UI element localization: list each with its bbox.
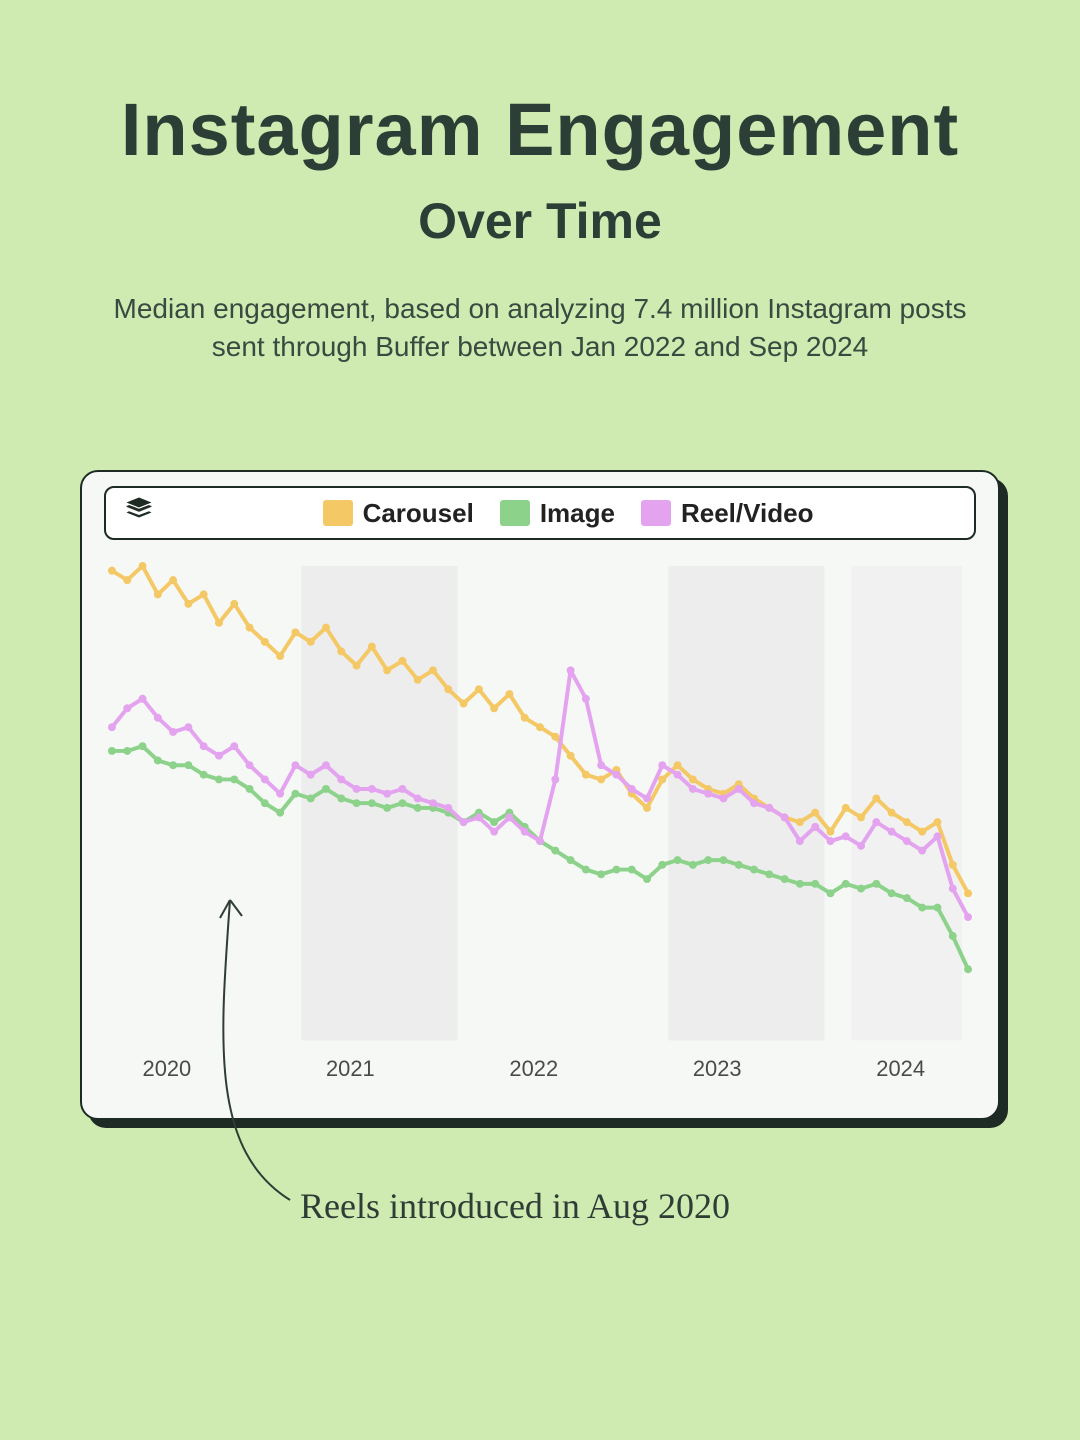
legend-label-image: Image: [540, 498, 615, 529]
legend-item-reel: Reel/Video: [641, 498, 813, 529]
legend-item-image: Image: [500, 498, 615, 529]
legend-swatch-image: [500, 500, 530, 526]
chart-description: Median engagement, based on analyzing 7.…: [110, 290, 970, 366]
legend-label-carousel: Carousel: [363, 498, 474, 529]
chart-title-line1: Instagram Engagement: [40, 90, 1040, 170]
svg-text:2022: 2022: [509, 1056, 558, 1081]
svg-text:2020: 2020: [143, 1056, 192, 1081]
chart-card: Carousel Image Reel/Video 20202021202220…: [80, 470, 1000, 1120]
chart-annotation: Reels introduced in Aug 2020: [300, 1185, 730, 1227]
buffer-logo-icon: [124, 495, 154, 525]
svg-text:2024: 2024: [876, 1056, 925, 1081]
chart-title-line2: Over Time: [0, 192, 1080, 250]
legend-swatch-reel: [641, 500, 671, 526]
chart-plot-area: 2020 2021 2022 2023 2024: [104, 554, 976, 1096]
svg-text:2021: 2021: [326, 1056, 375, 1081]
svg-text:2023: 2023: [693, 1056, 742, 1081]
legend-item-carousel: Carousel: [323, 498, 474, 529]
legend-bar: Carousel Image Reel/Video: [104, 486, 976, 540]
legend-swatch-carousel: [323, 500, 353, 526]
legend-label-reel: Reel/Video: [681, 498, 813, 529]
